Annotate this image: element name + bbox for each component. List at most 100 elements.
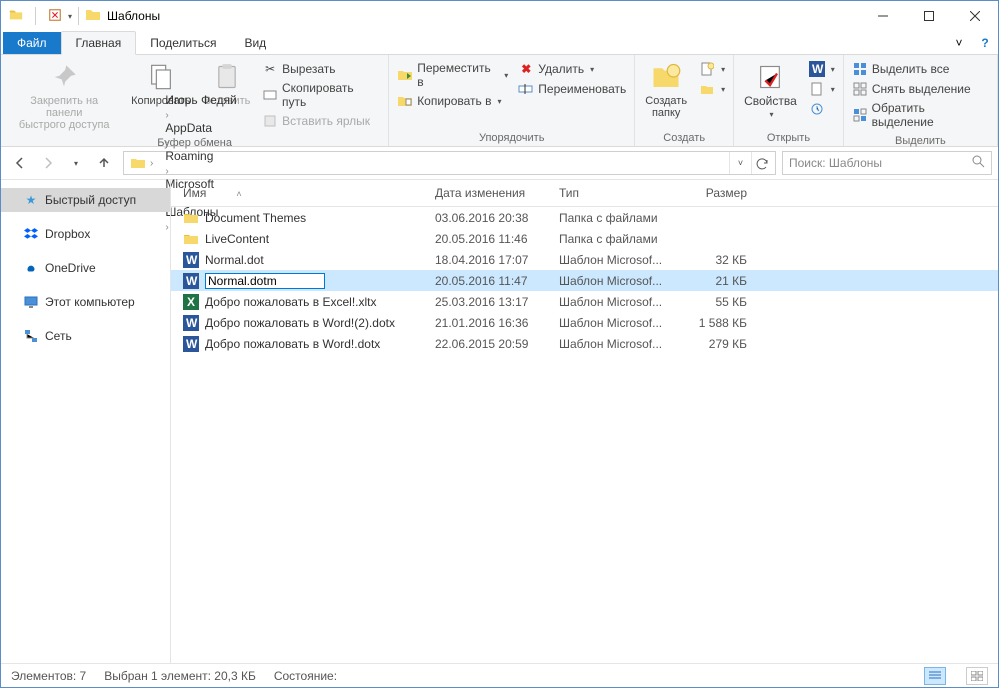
file-type: Шаблон Microsof...	[553, 274, 673, 288]
history-icon	[809, 101, 825, 117]
file-name: LiveContent	[205, 232, 269, 246]
nav-quick-access[interactable]: ★Быстрый доступ	[1, 188, 170, 212]
back-button[interactable]	[7, 150, 33, 176]
table-row[interactable]: WДобро пожаловать в Word!.dotx22.06.2015…	[171, 333, 998, 354]
properties-button[interactable]: Свойства▾	[740, 59, 801, 123]
qat-properties-icon[interactable]	[48, 8, 62, 25]
status-count: Элементов: 7	[11, 669, 86, 683]
network-icon	[23, 328, 39, 344]
new-folder-button[interactable]: Создать папку	[641, 59, 691, 121]
qat-dropdown-icon[interactable]: ▾	[68, 12, 72, 21]
nav-dropbox[interactable]: Dropbox	[1, 222, 170, 246]
new-item-button[interactable]: ▾	[697, 59, 727, 79]
table-row[interactable]: WNormal.dot18.04.2016 17:07Шаблон Micros…	[171, 249, 998, 270]
copy-path-button[interactable]: Скопировать путь	[260, 79, 382, 111]
breadcrumb-segment[interactable]: AppData	[161, 121, 240, 135]
file-type: Шаблон Microsof...	[553, 337, 673, 351]
ribbon-group-open: Свойства▾ W▾ ▾ Открыть	[734, 55, 844, 146]
file-date: 25.03.2016 13:17	[429, 295, 553, 309]
ribbon-group-select: Выделить все Снять выделение Обратить вы…	[844, 55, 998, 146]
file-date: 18.04.2016 17:07	[429, 253, 553, 267]
file-name: Document Themes	[205, 211, 306, 225]
column-type[interactable]: Тип	[553, 186, 673, 200]
column-size[interactable]: Размер	[673, 186, 753, 200]
word-icon: W	[809, 61, 825, 77]
file-type: Папка с файлами	[553, 232, 673, 246]
file-name: Добро пожаловать в Word!(2).dotx	[205, 316, 395, 330]
new-caption: Создать	[635, 132, 733, 146]
close-button[interactable]	[952, 1, 998, 31]
tab-home[interactable]: Главная	[61, 31, 137, 55]
select-all-button[interactable]: Выделить все	[850, 59, 991, 79]
rename-input[interactable]	[205, 273, 325, 289]
folder-icon	[85, 7, 101, 26]
search-box[interactable]: Поиск: Шаблоны	[782, 151, 992, 175]
history-button[interactable]	[807, 99, 837, 119]
table-row[interactable]: Document Themes03.06.2016 20:38Папка с ф…	[171, 207, 998, 228]
tab-view[interactable]: Вид	[230, 32, 280, 54]
breadcrumb-segment[interactable]: Игорь Федяй	[161, 93, 240, 107]
star-icon: ★	[23, 192, 39, 208]
select-none-button[interactable]: Снять выделение	[850, 79, 991, 99]
table-row[interactable]: WДобро пожаловать в Word!(2).dotx21.01.2…	[171, 312, 998, 333]
paste-shortcut-button[interactable]: Вставить ярлык	[260, 111, 382, 131]
dropbox-icon	[23, 226, 39, 242]
file-date: 20.05.2016 11:46	[429, 232, 553, 246]
content-area: ★Быстрый доступ Dropbox OneDrive Этот ко…	[1, 180, 998, 663]
scissors-icon: ✂	[262, 61, 278, 77]
file-date: 20.05.2016 11:47	[429, 274, 553, 288]
details-view-button[interactable]	[924, 667, 946, 685]
tab-file[interactable]: Файл	[3, 32, 61, 54]
forward-button[interactable]	[35, 150, 61, 176]
address-bar-row: ▾ › Игорь Федяй›AppData›Roaming›Microsof…	[1, 147, 998, 180]
table-row[interactable]: LiveContent 20.05.2016 11:46Папка с файла…	[171, 228, 998, 249]
help-button[interactable]: ?	[972, 32, 998, 54]
chevron-right-icon[interactable]: ›	[161, 166, 172, 177]
word-icon: W	[183, 315, 199, 331]
select-all-icon	[852, 61, 868, 77]
crumb-root-icon[interactable]: ›	[126, 152, 161, 174]
table-row[interactable]: XДобро пожаловать в Excel!.xltx25.03.201…	[171, 291, 998, 312]
nav-network[interactable]: Сеть	[1, 324, 170, 348]
file-type: Шаблон Microsof...	[553, 295, 673, 309]
table-row[interactable]: W20.05.2016 11:47Шаблон Microsof...21 КБ	[171, 270, 998, 291]
chevron-right-icon[interactable]: ›	[161, 110, 172, 121]
edit-icon	[809, 81, 825, 97]
invert-icon	[852, 107, 868, 123]
up-button[interactable]	[91, 150, 117, 176]
minimize-button[interactable]	[860, 1, 906, 31]
easy-access-button[interactable]: ▾	[697, 79, 727, 99]
chevron-right-icon[interactable]: ›	[161, 138, 172, 149]
delete-button[interactable]: ✖Удалить▾	[516, 59, 628, 79]
copy-to-button[interactable]: Копировать в▾	[395, 91, 510, 111]
qat-divider	[35, 7, 36, 25]
move-to-button[interactable]: Переместить в▾	[395, 59, 510, 91]
file-size: 55 КБ	[673, 295, 753, 309]
file-size: 21 КБ	[673, 274, 753, 288]
invert-selection-button[interactable]: Обратить выделение	[850, 99, 991, 131]
large-icons-view-button[interactable]	[966, 667, 988, 685]
maximize-button[interactable]	[906, 1, 952, 31]
open-with-button[interactable]: W▾	[807, 59, 837, 79]
address-bar[interactable]: › Игорь Федяй›AppData›Roaming›Microsoft›…	[123, 151, 776, 175]
word-icon: W	[183, 336, 199, 352]
column-date[interactable]: Дата изменения	[429, 186, 553, 200]
refresh-button[interactable]	[751, 152, 773, 174]
nav-onedrive[interactable]: OneDrive	[1, 256, 170, 280]
recent-locations-button[interactable]: ▾	[63, 150, 89, 176]
rename-icon	[518, 81, 534, 97]
address-dropdown-button[interactable]: ˅	[729, 152, 751, 174]
collapse-ribbon-button[interactable]: ˅	[946, 32, 972, 54]
rename-button[interactable]: Переименовать	[516, 79, 628, 99]
pin-quick-access-button[interactable]: Закрепить на панели быстрого доступа	[7, 59, 121, 133]
edit-button[interactable]: ▾	[807, 79, 837, 99]
nav-this-pc[interactable]: Этот компьютер	[1, 290, 170, 314]
svg-text:W: W	[186, 253, 198, 267]
column-name[interactable]: Имя˄	[171, 186, 429, 200]
onedrive-icon	[23, 260, 39, 276]
breadcrumb-segment[interactable]: Roaming	[161, 149, 240, 163]
tab-share[interactable]: Поделиться	[136, 32, 230, 54]
cut-button[interactable]: ✂Вырезать	[260, 59, 382, 79]
search-icon	[972, 155, 985, 171]
search-placeholder: Поиск: Шаблоны	[789, 156, 882, 170]
